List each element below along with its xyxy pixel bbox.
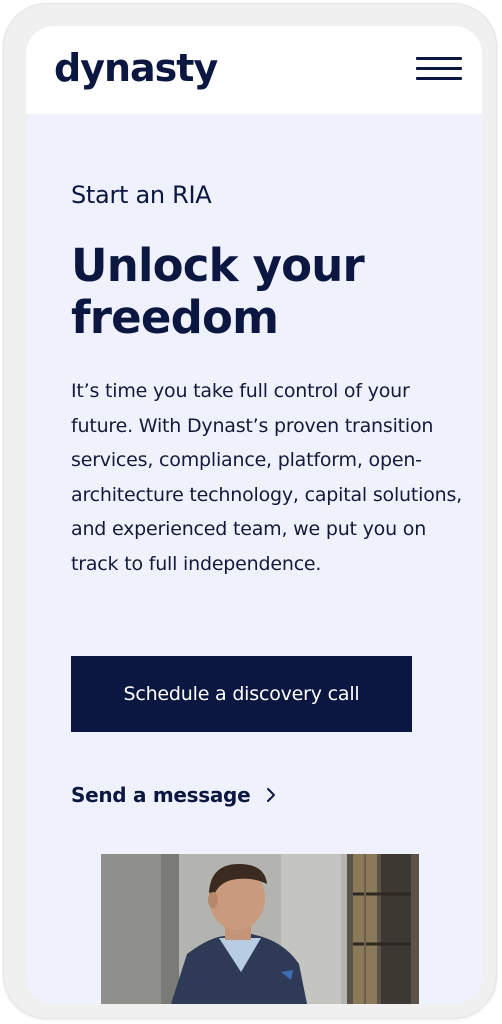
site-header: dynasty: [26, 26, 482, 114]
phone-frame: dynasty Start an RIA Unlock your freedom…: [3, 3, 497, 1019]
dynasty-logo[interactable]: dynasty: [54, 44, 218, 92]
advisor-portrait: [101, 854, 419, 1004]
screen: dynasty Start an RIA Unlock your freedom…: [26, 26, 482, 1004]
hero-headline: Unlock your freedom: [71, 239, 365, 344]
menu-line: [416, 67, 462, 70]
menu-line: [416, 57, 462, 60]
hero-body-text: It’s time you take full control of your …: [71, 380, 463, 575]
schedule-discovery-call-button[interactable]: Schedule a discovery call: [71, 656, 412, 732]
menu-line: [416, 77, 462, 80]
chevron-right-icon: [267, 788, 276, 802]
eyebrow-label: Start an RIA: [71, 181, 212, 209]
send-message-link[interactable]: Send a message: [71, 778, 280, 812]
hero-photo: [101, 854, 419, 1004]
send-message-label: Send a message: [71, 783, 251, 807]
hamburger-menu-icon[interactable]: [410, 54, 462, 82]
